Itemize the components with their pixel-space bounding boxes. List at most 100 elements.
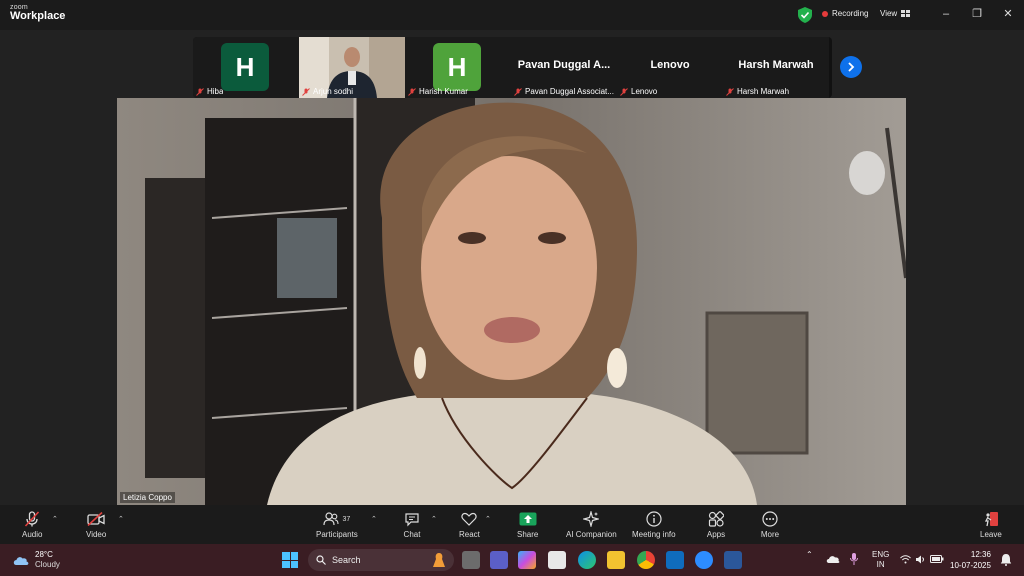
audio-button[interactable]: Audio xyxy=(22,510,42,539)
system-clock[interactable]: 12:36 10-07-2025 xyxy=(950,549,991,571)
participant-name: Harish Kumar xyxy=(419,87,468,96)
apps-label: Apps xyxy=(706,530,726,539)
participants-button[interactable]: 37 Participants xyxy=(316,510,358,539)
clock-time: 12:36 xyxy=(970,550,991,559)
participant-caption: Arjun sodhi xyxy=(302,87,353,96)
recording-label: Recording xyxy=(832,9,869,18)
mic-muted-icon xyxy=(196,87,204,96)
participant-tile-pavan[interactable]: Pavan Duggal A... Pavan Duggal Associat.… xyxy=(511,37,617,98)
participant-name: Pavan Duggal Associat... xyxy=(525,87,614,96)
video-off-icon xyxy=(86,510,106,528)
language-indicator[interactable]: ENG IN xyxy=(872,550,889,570)
more-button[interactable]: More xyxy=(760,510,780,539)
meeting-info-label: Meeting info xyxy=(632,530,676,539)
store-icon[interactable] xyxy=(548,551,566,569)
participants-count: 37 xyxy=(342,515,351,523)
share-button[interactable]: Share xyxy=(517,510,538,539)
clock-date: 10-07-2025 xyxy=(950,561,991,570)
meeting-toolbar: Audio ⌃ Video ⌃ 37 Participants ⌃ Chat ⌃ xyxy=(0,505,1024,544)
onedrive-cloud-icon[interactable] xyxy=(826,554,840,564)
avatar: H xyxy=(433,43,481,91)
close-icon[interactable]: ✕ xyxy=(999,6,1017,22)
participant-caption: Hiba xyxy=(196,87,223,96)
app-logo: zoom Workplace xyxy=(10,4,65,22)
participant-display-name: Pavan Duggal A... xyxy=(517,59,611,71)
zoom-window: zoom Workplace Recording View – ❐ ✕ H Hi… xyxy=(0,0,1024,544)
share-screen-icon xyxy=(518,510,538,528)
leave-button[interactable]: Leave xyxy=(980,510,1002,539)
language-code: ENG xyxy=(872,550,890,559)
taskbar-search[interactable]: Search xyxy=(308,549,454,571)
view-label: View xyxy=(880,9,898,18)
mic-muted-icon xyxy=(408,87,416,96)
audio-options-chevron-icon[interactable]: ⌃ xyxy=(52,515,58,523)
heart-icon xyxy=(459,510,479,528)
cloud-icon xyxy=(13,557,29,565)
show-hidden-icons-chevron-icon[interactable]: ⌃ xyxy=(806,550,813,559)
zoom-taskbar-icon[interactable] xyxy=(695,551,713,569)
search-icon xyxy=(316,555,326,565)
video-button[interactable]: Video xyxy=(86,510,106,539)
participant-tile-hiba[interactable]: H Hiba xyxy=(193,37,299,98)
security-shield-icon[interactable] xyxy=(798,7,812,23)
chat-button[interactable]: Chat xyxy=(402,510,422,539)
participant-tile-harish[interactable]: H Harish Kumar xyxy=(405,37,511,98)
mic-muted-icon xyxy=(726,87,734,96)
chevron-right-icon xyxy=(848,62,855,72)
view-button[interactable]: View xyxy=(880,9,911,18)
participant-filmstrip: H Hiba Arjun sodhi H Harish Kumar Pavan … xyxy=(193,37,832,98)
speaker-name-label: Letizia Coppo xyxy=(120,492,175,503)
active-speaker-video xyxy=(117,98,906,505)
restore-icon[interactable]: ❐ xyxy=(968,6,986,22)
battery-icon[interactable] xyxy=(930,555,944,563)
leave-door-icon xyxy=(981,510,1001,528)
participants-options-chevron-icon[interactable]: ⌃ xyxy=(371,515,377,523)
mic-muted-icon xyxy=(620,87,628,96)
copilot-icon[interactable] xyxy=(518,551,536,569)
filmstrip-next-button[interactable] xyxy=(840,56,862,78)
participant-tile-harsh[interactable]: Harsh Marwah Harsh Marwah xyxy=(723,37,829,98)
search-placeholder: Search xyxy=(332,555,361,565)
wifi-icon[interactable] xyxy=(900,555,911,564)
recording-indicator[interactable]: Recording xyxy=(822,9,868,18)
participants-label: Participants xyxy=(316,530,358,539)
meeting-info-button[interactable]: Meeting info xyxy=(632,510,676,539)
title-bar: zoom Workplace Recording View – ❐ ✕ xyxy=(0,0,1024,30)
task-view-icon[interactable] xyxy=(462,551,480,569)
windows-taskbar: 28°C Cloudy Search ⌃ ENG IN 12:36 10-07-… xyxy=(0,544,1024,576)
chat-options-chevron-icon[interactable]: ⌃ xyxy=(431,515,437,523)
ai-companion-button[interactable]: AI Companion xyxy=(566,510,617,539)
participant-tile-arjun[interactable]: Arjun sodhi xyxy=(299,37,405,98)
chat-icon xyxy=(402,510,422,528)
windows-start-icon[interactable] xyxy=(282,552,298,568)
participants-icon: 37 xyxy=(317,510,357,528)
more-dots-icon xyxy=(760,510,780,528)
outlook-icon[interactable] xyxy=(666,551,684,569)
minimize-icon[interactable]: – xyxy=(937,6,955,22)
view-grid-icon xyxy=(901,10,911,17)
react-options-chevron-icon[interactable]: ⌃ xyxy=(485,515,491,523)
video-options-chevron-icon[interactable]: ⌃ xyxy=(118,515,124,523)
mic-tray-icon[interactable] xyxy=(849,552,859,566)
participant-caption: Pavan Duggal Associat... xyxy=(514,87,614,96)
participant-tile-lenovo[interactable]: Lenovo Lenovo xyxy=(617,37,723,98)
video-label: Video xyxy=(86,530,107,539)
react-button[interactable]: React xyxy=(459,510,480,539)
region-code: IN xyxy=(876,560,885,569)
notification-bell-icon[interactable] xyxy=(1000,553,1012,566)
ai-sparkle-icon xyxy=(581,510,601,528)
weather-widget[interactable]: 28°C Cloudy xyxy=(12,550,60,570)
word-icon[interactable] xyxy=(724,551,742,569)
apps-button[interactable]: Apps xyxy=(706,510,726,539)
participant-caption: Harish Kumar xyxy=(408,87,468,96)
file-explorer-icon[interactable] xyxy=(607,551,625,569)
recording-dot-icon xyxy=(822,10,828,17)
volume-icon[interactable] xyxy=(915,554,926,565)
ai-companion-label: AI Companion xyxy=(566,530,617,539)
temperature: 28°C xyxy=(35,550,53,559)
edge-icon[interactable] xyxy=(578,551,596,569)
chrome-icon[interactable] xyxy=(637,551,655,569)
avatar: H xyxy=(221,43,269,91)
teams-icon[interactable] xyxy=(490,551,508,569)
participant-display-name: Harsh Marwah xyxy=(738,59,814,71)
